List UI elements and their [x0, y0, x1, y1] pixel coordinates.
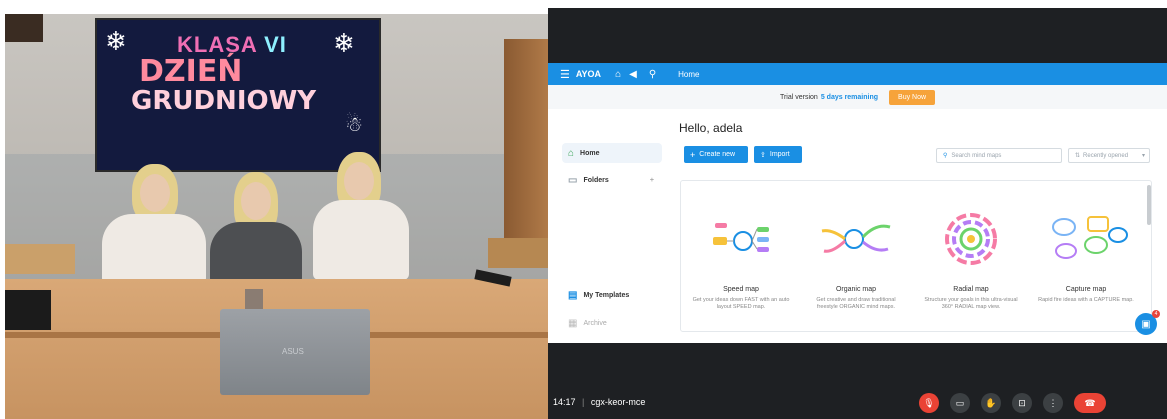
- classroom-photo: ❄ ❄ ☃ KLASA VI DZIEŃ GRUDNIOWY ASUS: [5, 14, 548, 419]
- meeting-time: 14:17: [553, 397, 576, 407]
- phone: [245, 289, 263, 309]
- sort-dropdown[interactable]: ⇅ Recently opened ▾: [1068, 148, 1150, 163]
- archive-icon: ▦: [568, 317, 578, 329]
- board-line-3: GRUDNIOWY: [131, 86, 317, 116]
- camera-button[interactable]: ▭: [950, 393, 970, 413]
- card-radial-map[interactable]: Radial map Structure your goals in this …: [921, 209, 1021, 311]
- card-title: Speed map: [723, 286, 759, 293]
- app-logo[interactable]: AYOA: [576, 69, 601, 79]
- chair: [5, 244, 75, 274]
- nav-home-link[interactable]: Home: [678, 70, 699, 79]
- laptop-logo: ASUS: [282, 347, 304, 356]
- scrollbar[interactable]: [1147, 185, 1151, 225]
- card-desc: Rapid fire ideas with a CAPTURE map.: [1038, 297, 1134, 303]
- leave-call-button[interactable]: ☎: [1074, 393, 1106, 413]
- meet-toolbar: 14:17 | cgx-keor-mce 🎙 ▭ ✋ ⊡ ⋮ ☎: [548, 388, 1167, 416]
- sidebar-item-archive[interactable]: ▦ Archive: [562, 313, 662, 333]
- search-input[interactable]: ⚲ Search mind maps: [936, 148, 1062, 163]
- notification-badge: 4: [1152, 310, 1160, 318]
- chevron-down-icon: ▾: [1141, 153, 1145, 159]
- card-title: Radial map: [953, 286, 989, 293]
- organic-map-illustration: [821, 224, 891, 253]
- greeting: Hello, adela: [679, 121, 743, 135]
- app-content: Trial version 5 days remaining Buy Now ⌂…: [548, 85, 1167, 343]
- card-desc: Get your ideas down FAST with an auto la…: [692, 297, 790, 310]
- home-icon: ⌂: [568, 147, 575, 159]
- card-organic-map[interactable]: Organic map Get creative and draw tradit…: [806, 209, 906, 311]
- upload-icon: ⇪: [760, 151, 766, 159]
- map-templates-panel: Speed map Get your ideas down FAST with …: [680, 180, 1152, 332]
- card-desc: Structure your goals in this ultra-visua…: [924, 297, 1018, 310]
- sidebar-item-folders[interactable]: ▭ Folders +: [562, 170, 662, 190]
- meeting-code: cgx-keor-mce: [590, 397, 646, 407]
- sidebar-item-label: My Templates: [583, 291, 630, 299]
- separator: |: [582, 397, 585, 407]
- search-icon: ⚲: [943, 153, 948, 159]
- mic-off-icon: 🎙: [923, 397, 935, 408]
- more-options-button[interactable]: ⋮: [1043, 393, 1063, 413]
- camera-icon: ▭: [955, 397, 965, 408]
- card-capture-map[interactable]: Capture map Rapid fire ideas with a CAPT…: [1036, 209, 1136, 304]
- help-button[interactable]: ▣ 4: [1135, 310, 1160, 335]
- hang-up-icon: ☎: [1084, 397, 1096, 408]
- card-speed-map[interactable]: Speed map Get your ideas down FAST with …: [691, 209, 791, 311]
- sort-icon: ⇅: [1075, 153, 1081, 159]
- meet-screen: ☰ AYOA ⌂ ◀ ⚲ Home Trial version 5 days r…: [548, 8, 1167, 419]
- snowflake-icon: ❄: [333, 28, 355, 58]
- sidebar-item-label: Folders: [583, 176, 609, 184]
- present-button[interactable]: ⊡: [1012, 393, 1032, 413]
- capture-map-illustration: [1052, 216, 1128, 259]
- chair: [488, 238, 548, 268]
- search-icon[interactable]: ⚲: [649, 69, 656, 80]
- plus-icon: +: [690, 149, 696, 160]
- hand-icon: ✋: [985, 397, 997, 408]
- mic-off-button[interactable]: 🎙: [919, 393, 939, 413]
- board-line-2: DZIEŃ: [139, 54, 243, 89]
- door: [504, 39, 548, 264]
- home-icon[interactable]: ⌂: [615, 69, 621, 80]
- sidebar: ⌂ Home ▭ Folders + ▤ My Templates ▦ Arch…: [548, 109, 673, 343]
- trial-remaining: 5 days remaining: [820, 93, 879, 101]
- sidebar-item-home[interactable]: ⌂ Home: [562, 143, 662, 163]
- laptop: ASUS: [220, 309, 370, 395]
- speed-map-illustration: [713, 223, 769, 252]
- card-desc: Get creative and draw traditional freest…: [816, 297, 896, 310]
- import-button[interactable]: ⇪ Import: [754, 146, 802, 163]
- import-label: Import: [769, 151, 790, 158]
- bag: [5, 290, 51, 330]
- megaphone-icon[interactable]: ◀: [629, 69, 637, 80]
- folder-icon: ▭: [568, 174, 578, 186]
- card-title: Capture map: [1065, 286, 1107, 293]
- search-placeholder: Search mind maps: [951, 152, 1002, 159]
- create-new-label: Create new: [699, 151, 736, 158]
- wall-frame: [5, 14, 43, 42]
- christmas-board: ❄ ❄ ☃ KLASA VI DZIEŃ GRUDNIOWY: [95, 18, 381, 172]
- templates-icon: ▤: [568, 289, 578, 301]
- add-folder-icon[interactable]: +: [650, 177, 654, 184]
- sort-value: Recently opened: [1083, 152, 1129, 159]
- trial-banner: Trial version 5 days remaining Buy Now: [548, 85, 1167, 109]
- gift-icon: ▣: [1141, 318, 1151, 330]
- buy-now-button[interactable]: Buy Now: [889, 89, 936, 105]
- sidebar-item-label: Archive: [583, 319, 607, 327]
- raise-hand-button[interactable]: ✋: [981, 393, 1001, 413]
- trial-prefix: Trial version: [779, 93, 818, 101]
- radial-map-illustration: [945, 213, 997, 265]
- snowflake-icon: ❄: [105, 26, 127, 56]
- app-top-bar: ☰ AYOA ⌂ ◀ ⚲ Home: [548, 63, 1167, 85]
- sidebar-item-templates[interactable]: ▤ My Templates: [562, 285, 662, 305]
- more-icon: ⋮: [1048, 397, 1058, 408]
- sidebar-item-label: Home: [580, 149, 600, 157]
- snowman-icon: ☃: [345, 114, 363, 136]
- meeting-info: 14:17 | cgx-keor-mce: [553, 397, 645, 407]
- create-new-button[interactable]: + Create new: [684, 146, 748, 163]
- present-icon: ⊡: [1018, 397, 1026, 408]
- menu-icon[interactable]: ☰: [560, 68, 570, 81]
- card-title: Organic map: [835, 286, 877, 293]
